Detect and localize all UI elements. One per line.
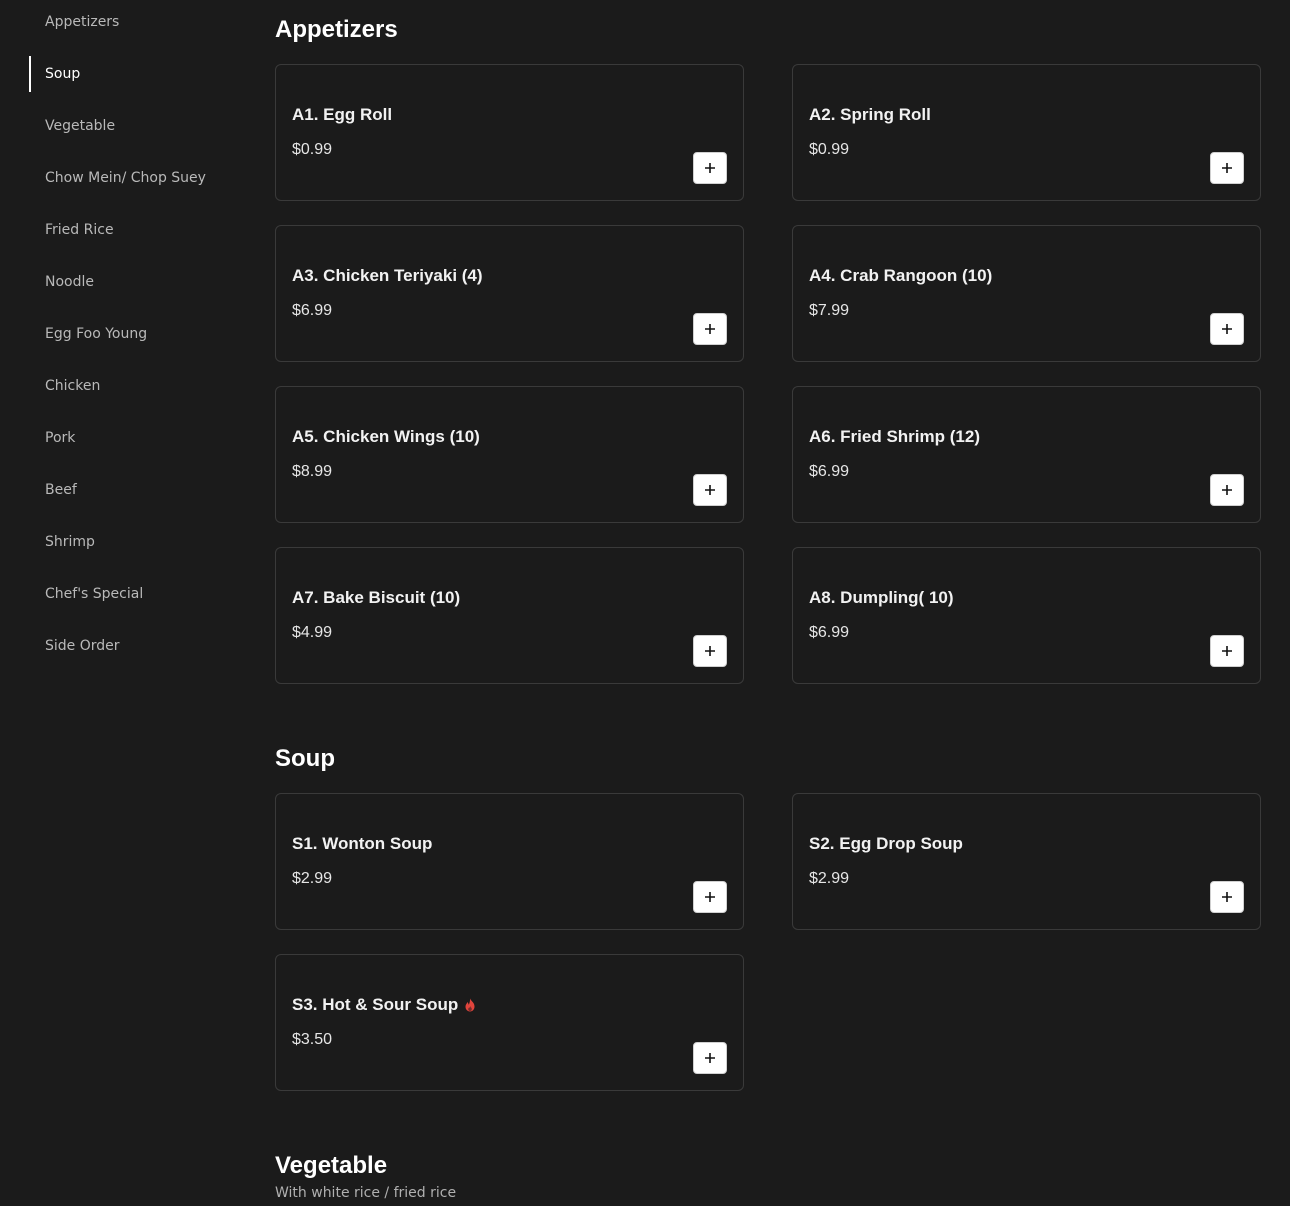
sidebar-item-shrimp[interactable]: Shrimp [29, 524, 229, 560]
plus-icon [705, 1053, 715, 1063]
add-to-cart-button[interactable] [1210, 474, 1244, 506]
menu-item-price: $6.99 [809, 624, 850, 641]
plus-icon [1222, 485, 1232, 495]
section-title-vegetable: Vegetable [275, 1152, 388, 1179]
plus-icon [1222, 646, 1232, 656]
spicy-flame-icon [465, 998, 475, 1012]
sidebar-item-label: Appetizers [45, 14, 120, 30]
add-to-cart-button[interactable] [1210, 635, 1244, 667]
plus-icon [1222, 324, 1232, 334]
sidebar-item-fried-rice[interactable]: Fried Rice [29, 212, 229, 248]
plus-icon [1222, 892, 1232, 902]
sidebar-item-label: Egg Foo Young [45, 326, 148, 342]
sidebar-item-label: Pork [45, 430, 76, 446]
menu-item-price: $0.99 [292, 141, 333, 158]
add-to-cart-button[interactable] [693, 1042, 727, 1074]
sidebar-item-label: Beef [45, 482, 77, 498]
plus-icon [705, 646, 715, 656]
sidebar-item-chicken[interactable]: Chicken [29, 368, 229, 404]
add-to-cart-button[interactable] [693, 635, 727, 667]
sidebar-item-label: Shrimp [45, 534, 95, 550]
menu-item-card[interactable]: A5. Chicken Wings (10) $8.99 [275, 386, 744, 523]
sidebar-item-chefs-special[interactable]: Chef's Special [29, 576, 229, 612]
menu-item-card[interactable]: A7. Bake Biscuit (10) $4.99 [275, 547, 744, 684]
section-title-appetizers: Appetizers [275, 16, 398, 43]
plus-icon [1222, 163, 1232, 173]
menu-item-card[interactable]: A4. Crab Rangoon (10) $7.99 [792, 225, 1261, 362]
add-to-cart-button[interactable] [1210, 152, 1244, 184]
menu-item-price: $4.99 [292, 624, 333, 641]
plus-icon [705, 163, 715, 173]
menu-item-card[interactable]: A3. Chicken Teriyaki (4) $6.99 [275, 225, 744, 362]
sidebar-item-label: Side Order [45, 638, 120, 654]
menu-item-price: $8.99 [292, 463, 333, 480]
menu-item-price: $2.99 [292, 870, 333, 887]
menu-item-name: A8. Dumpling( 10) [809, 588, 954, 607]
section-subtitle-vegetable: With white rice / fried rice [275, 1185, 457, 1201]
menu-item-name: A6. Fried Shrimp (12) [809, 427, 980, 446]
menu-item-card[interactable]: A8. Dumpling( 10) $6.99 [792, 547, 1261, 684]
menu-item-price: $3.50 [292, 1031, 333, 1048]
sidebar-item-egg-foo-young[interactable]: Egg Foo Young [29, 316, 229, 352]
menu-item-card[interactable]: A6. Fried Shrimp (12) $6.99 [792, 386, 1261, 523]
menu-item-name: A7. Bake Biscuit (10) [292, 588, 461, 607]
menu-item-card[interactable]: S3. Hot & Sour Soup $3.50 [275, 954, 744, 1091]
menu-item-price: $6.99 [292, 302, 333, 319]
menu-item-name: A2. Spring Roll [809, 105, 931, 124]
menu-item-name: S1. Wonton Soup [292, 834, 433, 853]
menu-item-price: $6.99 [809, 463, 850, 480]
menu-item-price: $7.99 [809, 302, 850, 319]
add-to-cart-button[interactable] [693, 474, 727, 506]
sidebar-item-label: Fried Rice [45, 222, 114, 238]
plus-icon [705, 485, 715, 495]
sidebar-item-label: Noodle [45, 274, 94, 290]
menu-item-price: $2.99 [809, 870, 850, 887]
add-to-cart-button[interactable] [1210, 313, 1244, 345]
sidebar-item-vegetable[interactable]: Vegetable [29, 108, 229, 144]
sidebar-item-side-order[interactable]: Side Order [29, 628, 229, 664]
menu-page: Appetizers Soup Vegetable Chow Mein/ Cho… [0, 0, 1290, 1206]
menu-item-name: A4. Crab Rangoon (10) [809, 266, 993, 285]
menu-item-name: A1. Egg Roll [292, 105, 393, 124]
sidebar-item-label: Soup [45, 66, 81, 82]
menu-item-card[interactable]: S2. Egg Drop Soup $2.99 [792, 793, 1261, 930]
section-title-soup: Soup [275, 745, 335, 772]
menu-item-name: S3. Hot & Sour Soup [292, 995, 476, 1015]
add-to-cart-button[interactable] [1210, 881, 1244, 913]
sidebar-item-noodle[interactable]: Noodle [29, 264, 229, 300]
add-to-cart-button[interactable] [693, 313, 727, 345]
menu-item-name: S2. Egg Drop Soup [809, 834, 963, 853]
sidebar-item-label: Vegetable [45, 118, 116, 134]
sidebar-item-label: Chef's Special [45, 586, 144, 602]
menu-item-price: $0.99 [809, 141, 850, 158]
sidebar-item-label: Chow Mein/ Chop Suey [45, 170, 206, 186]
sidebar-item-label: Chicken [45, 378, 101, 394]
menu-item-card[interactable]: A1. Egg Roll $0.99 [275, 64, 744, 201]
menu-item-card[interactable]: S1. Wonton Soup $2.99 [275, 793, 744, 930]
menu-item-name: A5. Chicken Wings (10) [292, 427, 480, 446]
plus-icon [705, 324, 715, 334]
category-sidebar: Appetizers Soup Vegetable Chow Mein/ Cho… [0, 0, 240, 1206]
menu-item-card[interactable]: A2. Spring Roll $0.99 [792, 64, 1261, 201]
sidebar-item-pork[interactable]: Pork [29, 420, 229, 456]
add-to-cart-button[interactable] [693, 881, 727, 913]
add-to-cart-button[interactable] [693, 152, 727, 184]
sidebar-item-appetizers[interactable]: Appetizers [29, 4, 229, 40]
menu-item-name: A3. Chicken Teriyaki (4) [292, 266, 483, 285]
sidebar-item-soup[interactable]: Soup [29, 56, 229, 92]
sidebar-item-beef[interactable]: Beef [29, 472, 229, 508]
sidebar-item-chow-mein[interactable]: Chow Mein/ Chop Suey [29, 160, 229, 196]
plus-icon [705, 892, 715, 902]
